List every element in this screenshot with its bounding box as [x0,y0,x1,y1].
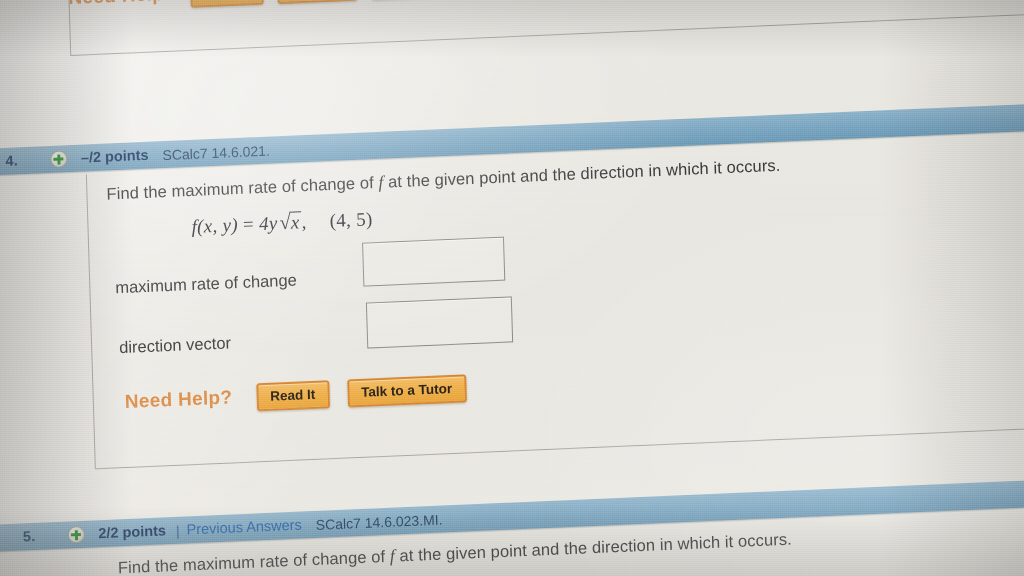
question-5-prompt-before: Find the maximum rate of change of [117,547,391,576]
read-it-button[interactable]: Read It [255,380,330,412]
question-4-number: 4. [5,152,19,170]
question-5-prompt-after: at the given point and the direction in … [394,530,793,566]
need-help-row-question-4: Need Help? Read It Talk to a Tutor [124,374,467,417]
formula-arguments: (x, y) [196,214,239,238]
direction-vector-label: direction vector [118,334,232,358]
watch-it-button[interactable]: Watch It [276,0,358,5]
question-4-header: 4. –/2 points SCalc7 14.6.021. [0,102,1024,177]
need-help-row-top: Need Help? Read It Watch It Talk to a Tu… [68,0,491,13]
formula-radicand: x [289,211,302,235]
webassign-page: Need Help? Read It Watch It Talk to a Tu… [0,0,1024,576]
question-4-prompt-before: Find the maximum rate of change of [106,173,379,204]
need-help-label: Need Help? [124,387,233,413]
screenshot-photo: Need Help? Read It Watch It Talk to a Tu… [0,0,1024,576]
question-4-code: SCalc7 14.6.021. [162,142,271,163]
question-4-bottom-rule [94,426,1024,470]
plus-circle-icon[interactable] [67,525,85,544]
read-it-button[interactable]: Read It [189,0,264,8]
formula-coefficient: 4y [258,213,278,236]
formula-comma: , [301,212,307,234]
maximum-rate-of-change-input[interactable] [362,236,506,287]
talk-to-a-tutor-button[interactable]: Talk to a Tutor [346,374,467,408]
formula-equals: = [242,214,255,236]
maximum-rate-of-change-label: maximum rate of change [115,271,298,298]
direction-vector-input[interactable] [365,296,514,349]
need-help-label: Need Help? [68,0,176,10]
formula-square-root: √x [277,211,302,235]
question-5-points: 2/2 points [98,522,167,542]
question-4-points: –/2 points [80,147,149,167]
question-4-left-rule [85,174,96,469]
question-5-separator: | [175,522,180,539]
question-4-prompt-after: at the given point and the direction in … [383,156,781,192]
question-5-code: SCalc7 14.6.023.MI. [315,511,443,533]
screen-surface: Need Help? Read It Watch It Talk to a Tu… [0,0,1024,576]
panel-divider-top [70,12,1024,56]
question-4-formula: f(x, y) = 4y√x, (4, 5) [191,208,373,239]
plus-circle-icon[interactable] [49,150,68,168]
question-5-number: 5. [22,528,36,545]
formula-point: (4, 5) [329,209,373,233]
question-5-previous-answers-link[interactable]: Previous Answers [186,517,302,538]
